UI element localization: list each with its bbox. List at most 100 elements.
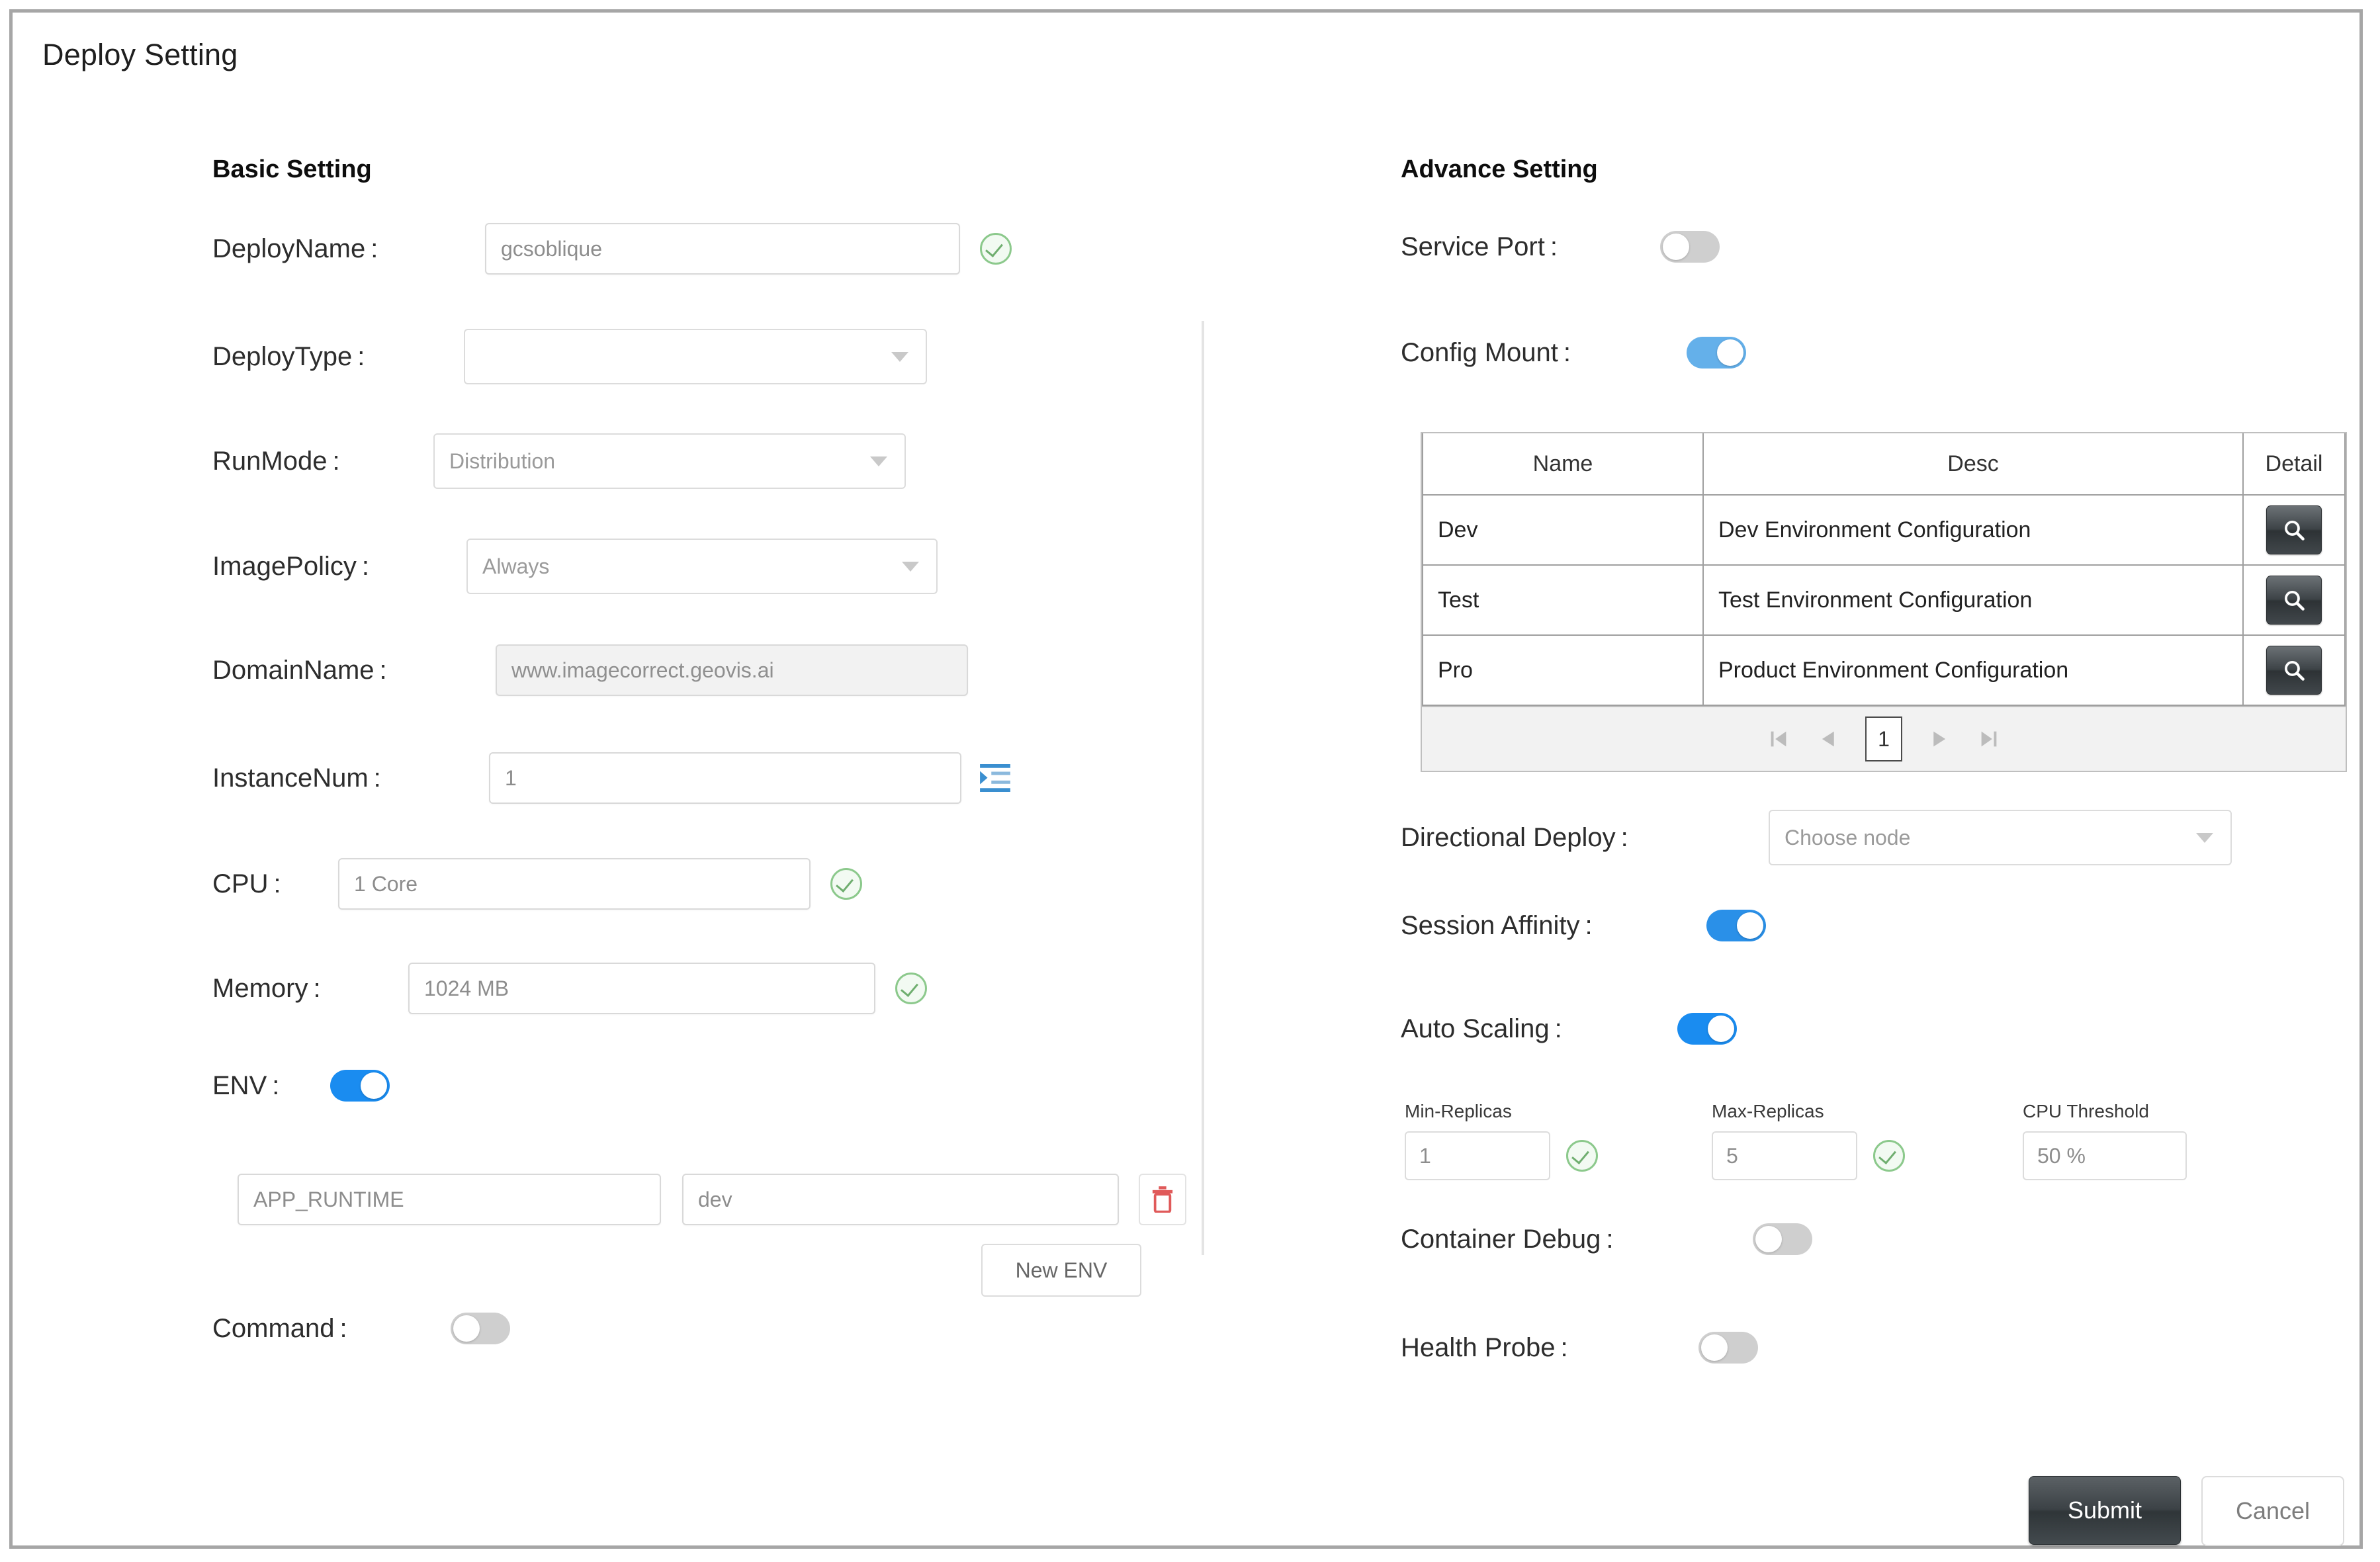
cpu-threshold-label: CPU Threshold xyxy=(2023,1101,2149,1121)
toggle-knob xyxy=(453,1315,480,1342)
table-header-row: Name Desc Detail xyxy=(1422,433,2346,496)
field-config-mount: Config Mount : xyxy=(1401,337,1746,369)
image-policy-value: Always xyxy=(482,554,550,578)
max-replicas-input[interactable]: 5 xyxy=(1712,1131,1857,1180)
field-deploy-type: DeployType : xyxy=(212,329,1046,384)
memory-label: Memory : xyxy=(212,973,321,1003)
instance-num-label: InstanceNum : xyxy=(212,763,381,793)
service-port-label: Service Port : xyxy=(1401,232,1558,261)
max-replicas-group: Max-Replicas 5 xyxy=(1712,1101,1905,1180)
cpu-threshold-input[interactable]: 50 % xyxy=(2023,1131,2187,1180)
command-toggle[interactable] xyxy=(451,1313,510,1344)
health-probe-toggle[interactable] xyxy=(1698,1332,1758,1364)
directional-deploy-select[interactable]: Choose node xyxy=(1769,810,2232,865)
search-icon xyxy=(2285,661,2305,681)
field-domain-name: DomainName : www.imagecorrect.geovis.ai xyxy=(212,644,1099,696)
max-replicas-label: Max-Replicas xyxy=(1712,1101,1824,1121)
column-header-desc: Desc xyxy=(1702,433,2244,496)
env-row: APP_RUNTIME dev xyxy=(238,1174,1186,1225)
cell-name: Test xyxy=(1422,564,1704,636)
cell-detail xyxy=(2242,564,2346,636)
chevron-down-icon xyxy=(2196,832,2213,843)
next-page-button[interactable] xyxy=(1929,726,1951,752)
prev-page-icon xyxy=(1822,731,1834,747)
prev-page-button[interactable] xyxy=(1816,726,1839,752)
trash-icon xyxy=(1152,1186,1173,1213)
table-row: Test Test Environment Configuration xyxy=(1422,564,2346,636)
cancel-button[interactable]: Cancel xyxy=(2201,1476,2344,1546)
domain-name-input[interactable]: www.imagecorrect.geovis.ai xyxy=(496,644,968,696)
field-run-mode: RunMode : Distribution xyxy=(212,433,1046,489)
chevron-down-icon xyxy=(891,351,908,362)
detail-button[interactable] xyxy=(2266,576,2322,625)
deploy-name-label: DeployName : xyxy=(212,234,378,263)
advance-setting-heading: Advance Setting xyxy=(1401,155,1598,183)
service-port-toggle[interactable] xyxy=(1660,231,1720,263)
health-probe-label: Health Probe : xyxy=(1401,1332,1568,1362)
field-cpu: CPU : 1 Core xyxy=(212,858,1073,910)
container-debug-toggle[interactable] xyxy=(1753,1223,1812,1255)
deploy-name-valid-icon xyxy=(980,233,1012,265)
field-container-debug: Container Debug : xyxy=(1401,1223,1812,1255)
image-policy-label: ImagePolicy : xyxy=(212,551,369,581)
deploy-name-input[interactable]: gcsoblique xyxy=(485,223,960,275)
detail-button[interactable] xyxy=(2266,505,2322,554)
column-header-name: Name xyxy=(1422,433,1704,496)
cell-name: Pro xyxy=(1422,634,1704,706)
last-page-button[interactable] xyxy=(1978,726,2000,752)
directional-deploy-label: Directional Deploy : xyxy=(1401,822,1628,852)
cell-name: Dev xyxy=(1422,494,1704,566)
table-row: Pro Product Environment Configuration xyxy=(1422,634,2346,706)
column-divider xyxy=(1202,321,1204,1255)
current-page[interactable]: 1 xyxy=(1865,716,1902,761)
auto-scaling-label: Auto Scaling : xyxy=(1401,1014,1562,1043)
submit-button[interactable]: Submit xyxy=(2029,1476,2181,1545)
min-replicas-label: Min-Replicas xyxy=(1405,1101,1512,1121)
field-image-policy: ImagePolicy : Always xyxy=(212,539,1046,594)
env-key-input[interactable]: APP_RUNTIME xyxy=(238,1174,661,1225)
cell-detail xyxy=(2242,494,2346,566)
cpu-input[interactable]: 1 Core xyxy=(338,858,811,910)
chevron-down-icon xyxy=(902,561,919,572)
domain-name-label: DomainName : xyxy=(212,655,387,685)
toggle-knob xyxy=(361,1072,387,1099)
image-policy-select[interactable]: Always xyxy=(466,539,938,594)
search-icon xyxy=(2285,521,2305,541)
cpu-valid-icon xyxy=(830,868,862,900)
run-mode-select[interactable]: Distribution xyxy=(433,433,906,489)
instance-list-icon[interactable] xyxy=(980,764,1010,792)
memory-input[interactable]: 1024 MB xyxy=(408,963,875,1014)
cell-detail xyxy=(2242,634,2346,706)
min-replicas-input[interactable]: 1 xyxy=(1405,1131,1550,1180)
env-value-input[interactable]: dev xyxy=(682,1174,1119,1225)
page-title: Deploy Setting xyxy=(42,38,238,71)
basic-setting-heading: Basic Setting xyxy=(212,155,372,183)
field-directional-deploy: Directional Deploy : Choose node xyxy=(1401,810,2232,865)
new-env-button[interactable]: New ENV xyxy=(981,1244,1141,1297)
deploy-type-select[interactable] xyxy=(464,329,927,384)
env-toggle[interactable] xyxy=(330,1070,390,1102)
deploy-setting-dialog: Deploy Setting Basic Setting DeployName … xyxy=(9,9,2363,1549)
detail-button[interactable] xyxy=(2266,646,2322,695)
column-header-detail: Detail xyxy=(2242,433,2346,496)
env-delete-button[interactable] xyxy=(1139,1174,1186,1225)
instance-num-input[interactable]: 1 xyxy=(489,752,961,804)
config-mount-toggle[interactable] xyxy=(1687,337,1746,369)
config-mount-label: Config Mount : xyxy=(1401,337,1571,367)
toggle-knob xyxy=(1701,1334,1728,1361)
field-auto-scaling: Auto Scaling : xyxy=(1401,1013,1737,1045)
container-debug-label: Container Debug : xyxy=(1401,1224,1614,1254)
env-label: ENV : xyxy=(212,1070,280,1100)
auto-scaling-toggle[interactable] xyxy=(1677,1013,1737,1045)
deploy-type-label: DeployType : xyxy=(212,341,365,371)
session-affinity-toggle[interactable] xyxy=(1706,910,1766,941)
cpu-threshold-group: CPU Threshold 50 % xyxy=(2023,1101,2187,1180)
field-deploy-name: DeployName : gcsoblique xyxy=(212,223,1046,275)
field-health-probe: Health Probe : xyxy=(1401,1332,1758,1364)
first-page-button[interactable] xyxy=(1767,726,1790,752)
table-row: Dev Dev Environment Configuration xyxy=(1422,494,2346,566)
min-replicas-valid-icon xyxy=(1566,1140,1598,1172)
cell-desc: Dev Environment Configuration xyxy=(1702,494,2244,566)
toggle-knob xyxy=(1717,339,1743,366)
cpu-label: CPU : xyxy=(212,869,281,898)
